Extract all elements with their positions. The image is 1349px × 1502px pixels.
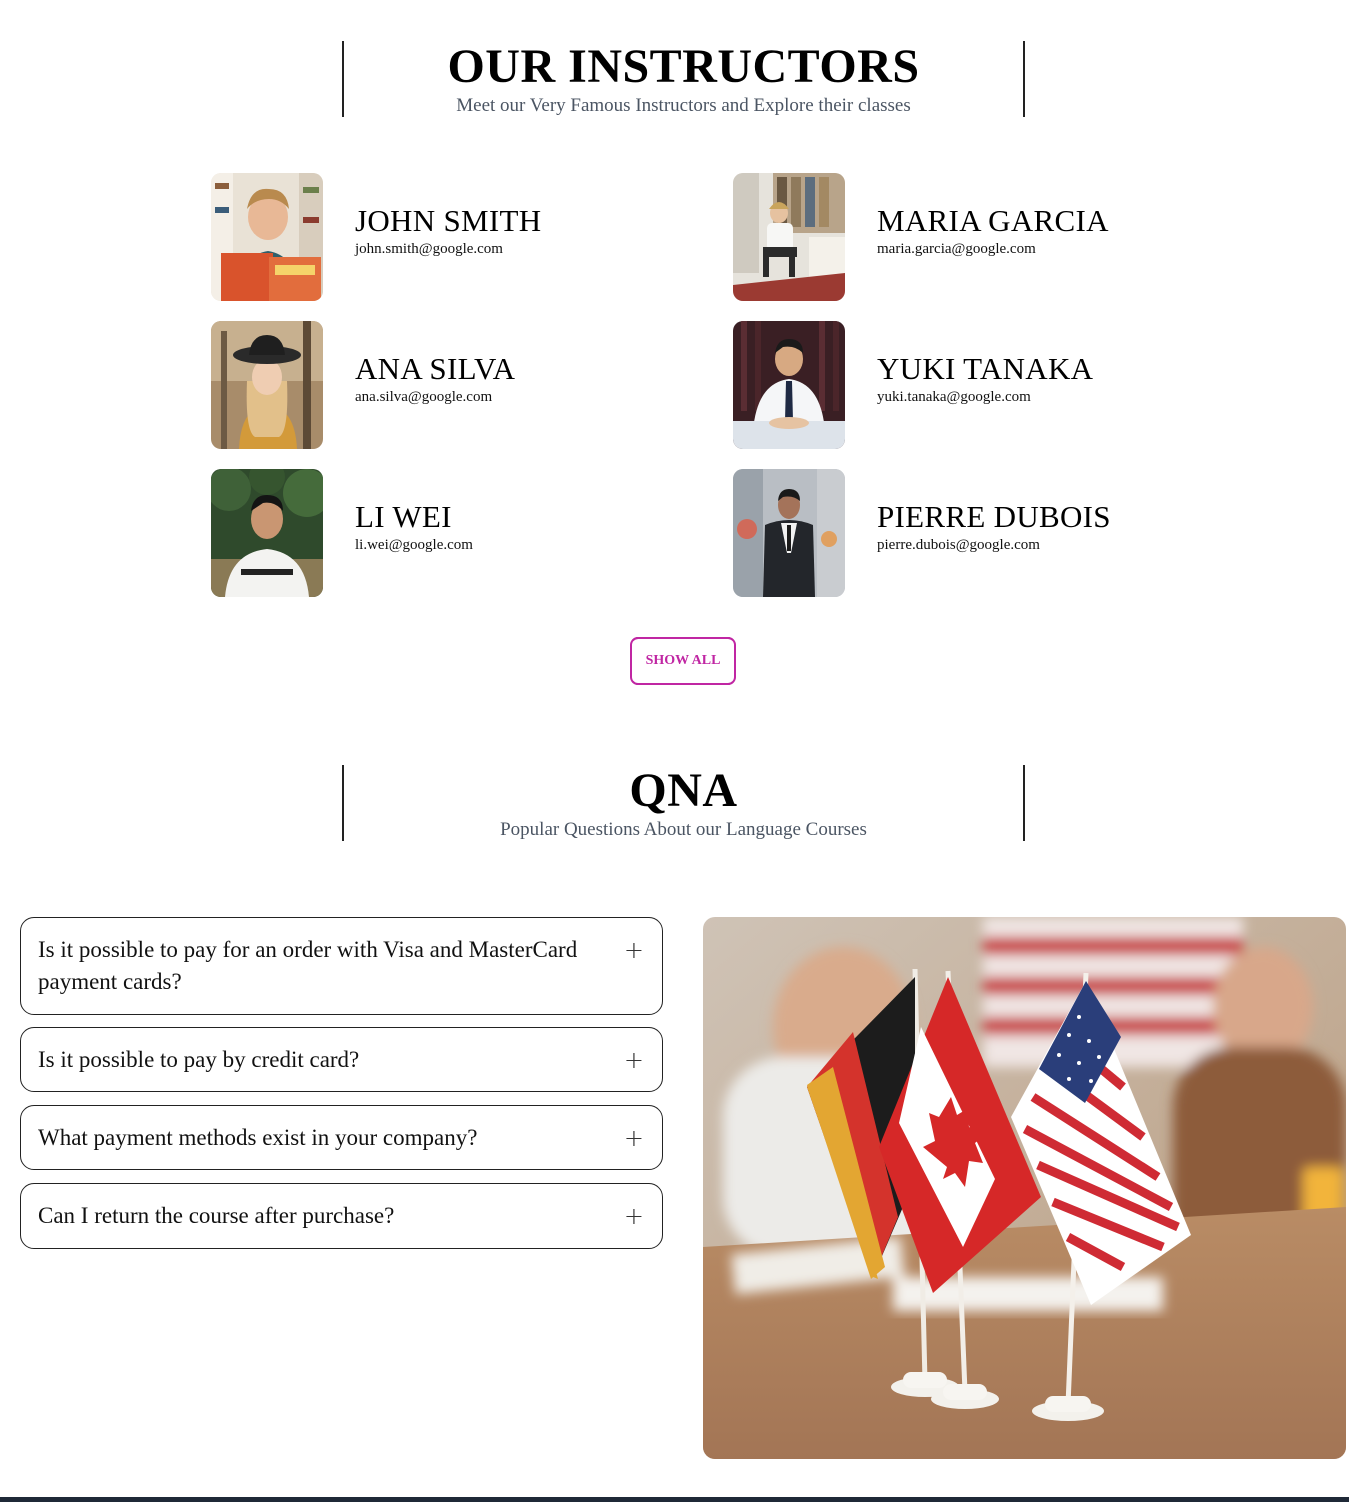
instructor-photo — [733, 321, 845, 449]
plus-icon[interactable]: + — [624, 936, 644, 964]
instructor-name: JOHN SMITH — [355, 203, 542, 238]
plus-icon[interactable]: + — [624, 1046, 644, 1074]
instructor-name: ANA SILVA — [355, 351, 516, 386]
instructor-name: LI WEI — [355, 499, 452, 534]
instructors-title: OUR INSTRUCTORS — [447, 40, 920, 93]
plus-icon[interactable]: + — [624, 1202, 644, 1230]
faq-item[interactable]: What payment methods exist in your compa… — [20, 1105, 663, 1170]
instructor-email[interactable]: john.smith@google.com — [355, 240, 541, 258]
plus-icon[interactable]: + — [624, 1124, 644, 1152]
instructor-name: YUKI TANAKA — [877, 351, 1094, 386]
instructor-photo — [733, 469, 845, 597]
faq-question: Can I return the course after purchase? — [38, 1203, 395, 1228]
instructor-email[interactable]: li.wei@google.com — [355, 536, 473, 554]
instructor-card[interactable]: YUKI TANAKA yuki.tanaka@google.com — [733, 321, 1203, 449]
instructor-card[interactable]: LI WEI li.wei@google.com — [211, 469, 681, 597]
faq-item[interactable]: Is it possible to pay by credit card? + — [20, 1027, 663, 1092]
show-all-button[interactable]: SHOW ALL — [630, 637, 736, 685]
qna-section-header: QNA Popular Questions About our Language… — [342, 765, 1025, 841]
instructor-email[interactable]: ana.silva@google.com — [355, 388, 515, 406]
instructor-email[interactable]: maria.garcia@google.com — [877, 240, 1109, 258]
footer-bar — [0, 1497, 1349, 1502]
faq-question: Is it possible to pay by credit card? — [38, 1046, 360, 1072]
instructor-card[interactable]: PIERRE DUBOIS pierre.dubois@google.com — [733, 469, 1203, 597]
instructor-card[interactable]: JOHN SMITH john.smith@google.com — [211, 173, 681, 301]
faq-question: What payment methods exist in your compa… — [38, 1124, 478, 1150]
instructors-subtitle: Meet our Very Famous Instructors and Exp… — [456, 95, 911, 116]
qna-title: QNA — [629, 764, 738, 817]
faq-question: Is it possible to pay for an order with … — [38, 937, 578, 994]
qna-subtitle: Popular Questions About our Language Cou… — [500, 819, 867, 840]
flags-photo — [703, 917, 1346, 1459]
instructor-email[interactable]: pierre.dubois@google.com — [877, 536, 1111, 554]
faq-item[interactable]: Can I return the course after purchase? … — [20, 1183, 663, 1249]
instructor-photo — [733, 173, 845, 301]
instructor-card[interactable]: ANA SILVA ana.silva@google.com — [211, 321, 681, 449]
instructor-photo — [211, 321, 323, 449]
instructor-photo — [211, 469, 323, 597]
faq-item[interactable]: Is it possible to pay for an order with … — [20, 917, 663, 1015]
instructor-name: PIERRE DUBOIS — [877, 499, 1111, 534]
instructor-name: MARIA GARCIA — [877, 203, 1109, 238]
instructors-section-header: OUR INSTRUCTORS Meet our Very Famous Ins… — [342, 41, 1025, 117]
instructor-photo — [211, 173, 323, 301]
instructor-email[interactable]: yuki.tanaka@google.com — [877, 388, 1093, 406]
instructor-card[interactable]: MARIA GARCIA maria.garcia@google.com — [733, 173, 1203, 301]
